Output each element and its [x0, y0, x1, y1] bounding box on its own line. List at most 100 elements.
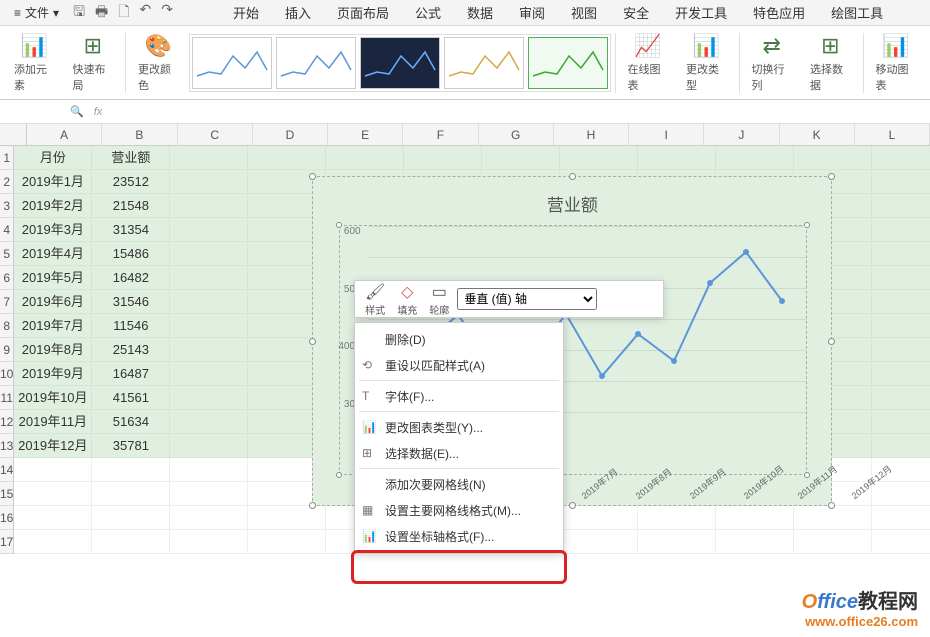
preview-icon[interactable]: 🗋: [118, 1, 129, 25]
outline-button[interactable]: ▭轮廓: [425, 282, 453, 317]
cell[interactable]: 2019年12月: [14, 434, 92, 458]
select-all-corner[interactable]: [0, 124, 27, 145]
file-menu-button[interactable]: ≡ 文件 ▾: [6, 4, 67, 21]
row-header[interactable]: 14: [0, 458, 13, 482]
cell[interactable]: 2019年9月: [14, 362, 92, 386]
col-header[interactable]: I: [629, 124, 704, 145]
tab-insert[interactable]: 插入: [285, 1, 311, 24]
col-header[interactable]: L: [855, 124, 930, 145]
cell[interactable]: 2019年8月: [14, 338, 92, 362]
cell[interactable]: 2019年10月: [14, 386, 92, 410]
ctx-select-data[interactable]: ⊞选择数据(E)...: [355, 440, 563, 466]
row-header[interactable]: 10: [0, 362, 13, 386]
cell[interactable]: 16487: [92, 362, 170, 386]
chart-style-3[interactable]: [360, 37, 440, 89]
cell[interactable]: 51634: [92, 410, 170, 434]
chart-style-gallery[interactable]: [189, 34, 611, 92]
cell[interactable]: 2019年4月: [14, 242, 92, 266]
fill-button[interactable]: ◇填充: [393, 282, 421, 317]
row-header[interactable]: 4: [0, 218, 13, 242]
col-header[interactable]: K: [780, 124, 855, 145]
chart-title[interactable]: 营业额: [313, 177, 831, 220]
row-header[interactable]: 17: [0, 530, 13, 554]
cell[interactable]: 2019年5月: [14, 266, 92, 290]
row-header[interactable]: 8: [0, 314, 13, 338]
col-header[interactable]: J: [704, 124, 779, 145]
row-header[interactable]: 7: [0, 290, 13, 314]
tab-dev-tools[interactable]: 开发工具: [675, 1, 727, 24]
ctx-font[interactable]: T字体(F)...: [355, 383, 563, 409]
row-header[interactable]: 15: [0, 482, 13, 506]
change-color-button[interactable]: 🎨 更改颜色: [130, 28, 187, 98]
cell[interactable]: 2019年11月: [14, 410, 92, 434]
cell[interactable]: 23512: [92, 170, 170, 194]
cell[interactable]: 营业额: [92, 146, 170, 170]
tab-home[interactable]: 开始: [233, 1, 259, 24]
switch-rowcol-button[interactable]: ⇄ 切换行列: [744, 28, 801, 98]
cell[interactable]: 16482: [92, 266, 170, 290]
style-button[interactable]: 🖌样式: [361, 282, 389, 317]
tab-formula[interactable]: 公式: [415, 1, 441, 24]
chart-element-select[interactable]: 垂直 (值) 轴: [457, 288, 597, 310]
online-chart-button[interactable]: 📈 在线图表: [619, 28, 676, 98]
chart-style-2[interactable]: [276, 37, 356, 89]
cell[interactable]: 2019年7月: [14, 314, 92, 338]
ctx-axis-format[interactable]: 📊设置坐标轴格式(F)...: [355, 523, 563, 549]
redo-icon[interactable]: ↷: [161, 1, 173, 25]
cell[interactable]: 25143: [92, 338, 170, 362]
tab-security[interactable]: 安全: [623, 1, 649, 24]
cell[interactable]: 21548: [92, 194, 170, 218]
ctx-delete[interactable]: 删除(D): [355, 326, 563, 352]
undo-icon[interactable]: ↶: [139, 1, 151, 25]
col-header[interactable]: A: [27, 124, 102, 145]
tab-view[interactable]: 视图: [571, 1, 597, 24]
cell[interactable]: 2019年2月: [14, 194, 92, 218]
tab-special[interactable]: 特色应用: [753, 1, 805, 24]
chart-style-5[interactable]: [528, 37, 608, 89]
cell[interactable]: 2019年6月: [14, 290, 92, 314]
zoom-icon[interactable]: 🔍: [70, 105, 84, 118]
cell[interactable]: 2019年3月: [14, 218, 92, 242]
cell[interactable]: 31354: [92, 218, 170, 242]
row-header[interactable]: 16: [0, 506, 13, 530]
row-header[interactable]: 1: [0, 146, 13, 170]
quick-layout-button[interactable]: ⊞ 快速布局: [65, 28, 122, 98]
tab-data[interactable]: 数据: [467, 1, 493, 24]
select-data-button[interactable]: ⊞ 选择数据: [802, 28, 859, 98]
cell[interactable]: 15486: [92, 242, 170, 266]
ctx-add-minor-gridlines[interactable]: 添加次要网格线(N): [355, 471, 563, 497]
row-header[interactable]: 2: [0, 170, 13, 194]
col-header[interactable]: F: [403, 124, 478, 145]
cell[interactable]: 11546: [92, 314, 170, 338]
col-header[interactable]: E: [328, 124, 403, 145]
tab-chart-tools[interactable]: 绘图工具: [831, 1, 883, 24]
row-header[interactable]: 12: [0, 410, 13, 434]
tab-review[interactable]: 审阅: [519, 1, 545, 24]
ctx-change-chart-type[interactable]: 📊更改图表类型(Y)...: [355, 414, 563, 440]
add-element-button[interactable]: 📊 添加元素: [6, 28, 63, 98]
cell[interactable]: 2019年1月: [14, 170, 92, 194]
cell[interactable]: 41561: [92, 386, 170, 410]
row-header[interactable]: 9: [0, 338, 13, 362]
save-icon[interactable]: 🖫: [73, 1, 85, 25]
tab-page-layout[interactable]: 页面布局: [337, 1, 389, 24]
resize-handle[interactable]: [309, 338, 316, 345]
plot-handle[interactable]: [336, 472, 342, 478]
x-axis[interactable]: 2019年7月 2019年8月 2019年9月 2019年10月 2019年11…: [570, 467, 806, 480]
col-header[interactable]: B: [102, 124, 177, 145]
cell[interactable]: 月份: [14, 146, 92, 170]
print-icon[interactable]: 🖶: [95, 1, 108, 25]
ctx-major-gridlines-format[interactable]: ▦设置主要网格线格式(M)...: [355, 497, 563, 523]
row-header[interactable]: 5: [0, 242, 13, 266]
row-header[interactable]: 11: [0, 386, 13, 410]
change-type-button[interactable]: 📊 更改类型: [678, 28, 735, 98]
row-header[interactable]: 13: [0, 434, 13, 458]
cell[interactable]: 31546: [92, 290, 170, 314]
col-header[interactable]: C: [178, 124, 253, 145]
ctx-reset-style[interactable]: ⟲重设以匹配样式(A): [355, 352, 563, 378]
chart-style-4[interactable]: [444, 37, 524, 89]
col-header[interactable]: D: [253, 124, 328, 145]
row-header[interactable]: 6: [0, 266, 13, 290]
cell[interactable]: 35781: [92, 434, 170, 458]
chart-style-1[interactable]: [192, 37, 272, 89]
